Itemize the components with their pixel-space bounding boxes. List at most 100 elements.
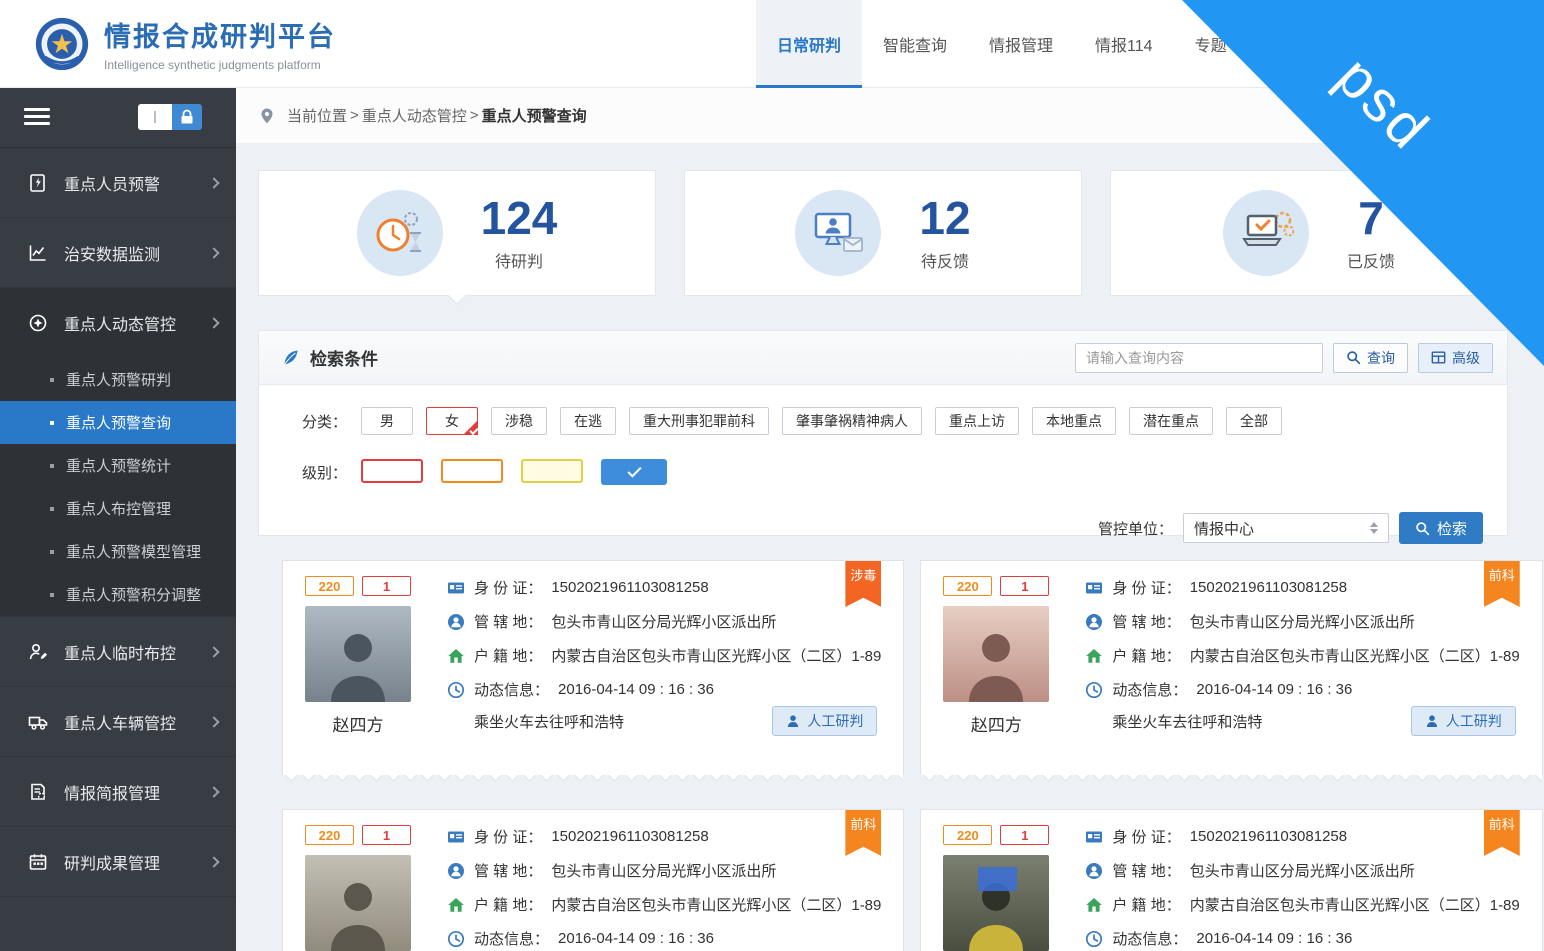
sidebar-sub-model-management[interactable]: 重点人预警模型管理 — [0, 530, 236, 573]
category-all[interactable]: 全部 — [1226, 407, 1282, 435]
dynamic-row: 动态信息：2016-04-14 09 : 16 : 36 — [1085, 928, 1519, 949]
police-badge-logo — [34, 16, 90, 72]
field-value: 1502021961103081258 — [1190, 579, 1347, 596]
breadcrumb-parent[interactable]: 重点人动态管控 — [362, 105, 467, 126]
bullet — [50, 550, 54, 554]
bullet — [50, 464, 54, 468]
household-row: 户 籍 地：内蒙古自治区包头市青山区光辉小区（二区）1-89 — [1085, 645, 1519, 666]
sidebar-item-label: 重点人员预警 — [64, 171, 160, 195]
sidebar-sub-score-adjustment[interactable]: 重点人预警积分调整 — [0, 573, 236, 616]
field-label: 动态信息： — [474, 679, 549, 700]
field-label: 户 籍 地： — [474, 645, 542, 666]
query-button[interactable]: 查询 — [1333, 343, 1408, 373]
level-badge: 1 — [362, 825, 411, 845]
level-orange-swatch[interactable] — [441, 459, 503, 483]
category-key-petitioner[interactable]: 重点上访 — [935, 407, 1019, 435]
category-male[interactable]: 男 — [361, 407, 413, 435]
manual-judge-label: 人工研判 — [1446, 711, 1502, 731]
person-details: 身 份 证：1502021961103081258 管 辖 地：包头市青山区分局… — [447, 825, 881, 951]
stat-card-pending-feedback[interactable]: 12 待反馈 — [684, 170, 1082, 296]
field-label: 身 份 证： — [474, 577, 542, 598]
manual-judge-button[interactable]: 人工研判 — [1411, 706, 1516, 736]
tab-smart-query[interactable]: 智能查询 — [862, 0, 968, 88]
sidebar-item-security-data-monitor[interactable]: 治安数据监测 — [0, 218, 236, 288]
sidebar-lock-toggle[interactable] — [138, 104, 202, 130]
category-stability[interactable]: 涉稳 — [491, 407, 547, 435]
badges: 220 1 — [943, 576, 1049, 596]
field-value: 1502021961103081258 — [551, 828, 708, 845]
query-button-label: 查询 — [1367, 348, 1395, 368]
badges: 220 1 — [943, 825, 1049, 845]
clock-icon — [1085, 681, 1103, 699]
sidebar-item-label: 情报简报管理 — [64, 780, 160, 804]
sidebar-item-key-person-alert[interactable]: 重点人员预警 — [0, 148, 236, 218]
person-summary: 220 1 赵四方 — [943, 825, 1061, 951]
jurisdiction-row: 管 辖 地：包头市青山区分局光辉小区派出所 — [1085, 860, 1519, 881]
field-value: 包头市青山区分局光辉小区派出所 — [551, 860, 776, 881]
laptop-check-gear-icon — [1223, 190, 1309, 276]
id-row: 身 份 证：1502021961103081258 — [447, 577, 881, 598]
level-blue-swatch[interactable] — [601, 459, 667, 485]
manual-judge-label: 人工研判 — [807, 711, 863, 731]
face-blur-box — [978, 867, 1016, 892]
person-summary: 220 1 赵四方 — [305, 576, 423, 775]
advanced-button[interactable]: 高级 — [1418, 343, 1493, 373]
bullet — [50, 593, 54, 597]
filter-search-input[interactable] — [1075, 343, 1323, 373]
chevron-right-icon — [208, 317, 219, 328]
sidebar-sub-label: 重点人预警模型管理 — [66, 541, 201, 562]
field-value: 2016-04-14 09 : 16 : 36 — [1196, 681, 1352, 698]
dynamic-description: 乘坐火车去往呼和浩特 — [1112, 711, 1262, 732]
sidebar-item-briefing-management[interactable]: 情报简报管理 — [0, 757, 236, 827]
person-result-card: 前科 220 1 赵四方 身 份 证：1502021961103081258 — [920, 560, 1542, 775]
jurisdiction-row: 管 辖 地：包头市青山区分局光辉小区派出所 — [447, 860, 881, 881]
category-local-key[interactable]: 本地重点 — [1032, 407, 1116, 435]
chevron-right-icon — [208, 247, 219, 258]
manual-judge-button[interactable]: 人工研判 — [772, 706, 877, 736]
category-fugitive[interactable]: 在逃 — [560, 407, 616, 435]
level-yellow-swatch[interactable] — [521, 459, 583, 483]
id-card-icon — [1085, 579, 1103, 597]
search-button[interactable]: 检索 — [1399, 512, 1483, 544]
doc-bolt-icon — [28, 173, 48, 193]
sidebar-sub-alert-statistics[interactable]: 重点人预警统计 — [0, 444, 236, 487]
sidebar-item-temporary-control[interactable]: 重点人临时布控 — [0, 617, 236, 687]
person-name: 赵四方 — [305, 711, 411, 736]
household-row: 户 籍 地：内蒙古自治区包头市青山区光辉小区（二区）1-89 — [1085, 894, 1519, 915]
stat-label: 待反馈 — [919, 248, 970, 272]
stat-value: 12 — [919, 194, 970, 242]
person-edit-icon — [28, 642, 48, 662]
level-badge: 1 — [362, 576, 411, 596]
sidebar-sub-alert-query[interactable]: 重点人预警查询 — [0, 401, 236, 444]
card-zigzag-edge — [283, 775, 903, 784]
field-label: 户 籍 地： — [474, 894, 542, 915]
screen: 情报合成研判平台 Intelligence synthetic judgment… — [0, 0, 1544, 951]
tab-intel-management[interactable]: 情报管理 — [968, 0, 1074, 88]
field-label: 身 份 证： — [1112, 577, 1180, 598]
tab-daily-judgment[interactable]: 日常研判 — [756, 0, 862, 88]
unit-select[interactable]: 情报中心 — [1183, 513, 1389, 543]
id-row: 身 份 证： 1502021961103081258 — [1085, 577, 1519, 598]
level-red-swatch[interactable] — [361, 459, 423, 483]
dynamic-description-row: 乘坐火车去往呼和浩特 人工研判 — [447, 706, 881, 736]
stat-card-pending-judgment[interactable]: 124 待研判 — [258, 170, 656, 296]
category-mental-illness[interactable]: 肇事肇祸精神病人 — [782, 407, 922, 435]
sidebar-sub-control-management[interactable]: 重点人布控管理 — [0, 487, 236, 530]
sidebar-item-vehicle-control[interactable]: 重点人车辆管控 — [0, 687, 236, 757]
category-major-crime-record[interactable]: 重大刑事犯罪前科 — [629, 407, 769, 435]
category-potential-key[interactable]: 潜在重点 — [1129, 407, 1213, 435]
compass-icon — [28, 313, 48, 333]
person-details: 身 份 证：1502021961103081258 管 辖 地：包头市青山区分局… — [1085, 576, 1519, 775]
dynamic-description-row: 乘坐火车去往呼和浩特 人工研判 — [1085, 706, 1519, 736]
sidebar-item-judgment-results[interactable]: 研判成果管理 — [0, 827, 236, 897]
tab-intel-114[interactable]: 情报114 — [1074, 0, 1174, 88]
category-list: 男 女 涉稳 在逃 重大刑事犯罪前科 肇事肇祸精神病人 重点上访 本地重点 潜在… — [361, 407, 1282, 435]
category-female[interactable]: 女 — [426, 407, 478, 435]
truck-icon — [28, 712, 48, 732]
menu-toggle-icon[interactable] — [24, 108, 50, 129]
sidebar-item-key-person-dynamic-control[interactable]: 重点人动态管控 — [0, 288, 236, 358]
results-grid: 涉毒 220 1 赵四方 身 份 证：1502021961103081258 — [282, 560, 1494, 951]
sidebar-sub-alert-judgment[interactable]: 重点人预警研判 — [0, 358, 236, 401]
field-value: 2016-04-14 09 : 16 : 36 — [558, 930, 714, 947]
jurisdiction-icon — [447, 613, 465, 631]
